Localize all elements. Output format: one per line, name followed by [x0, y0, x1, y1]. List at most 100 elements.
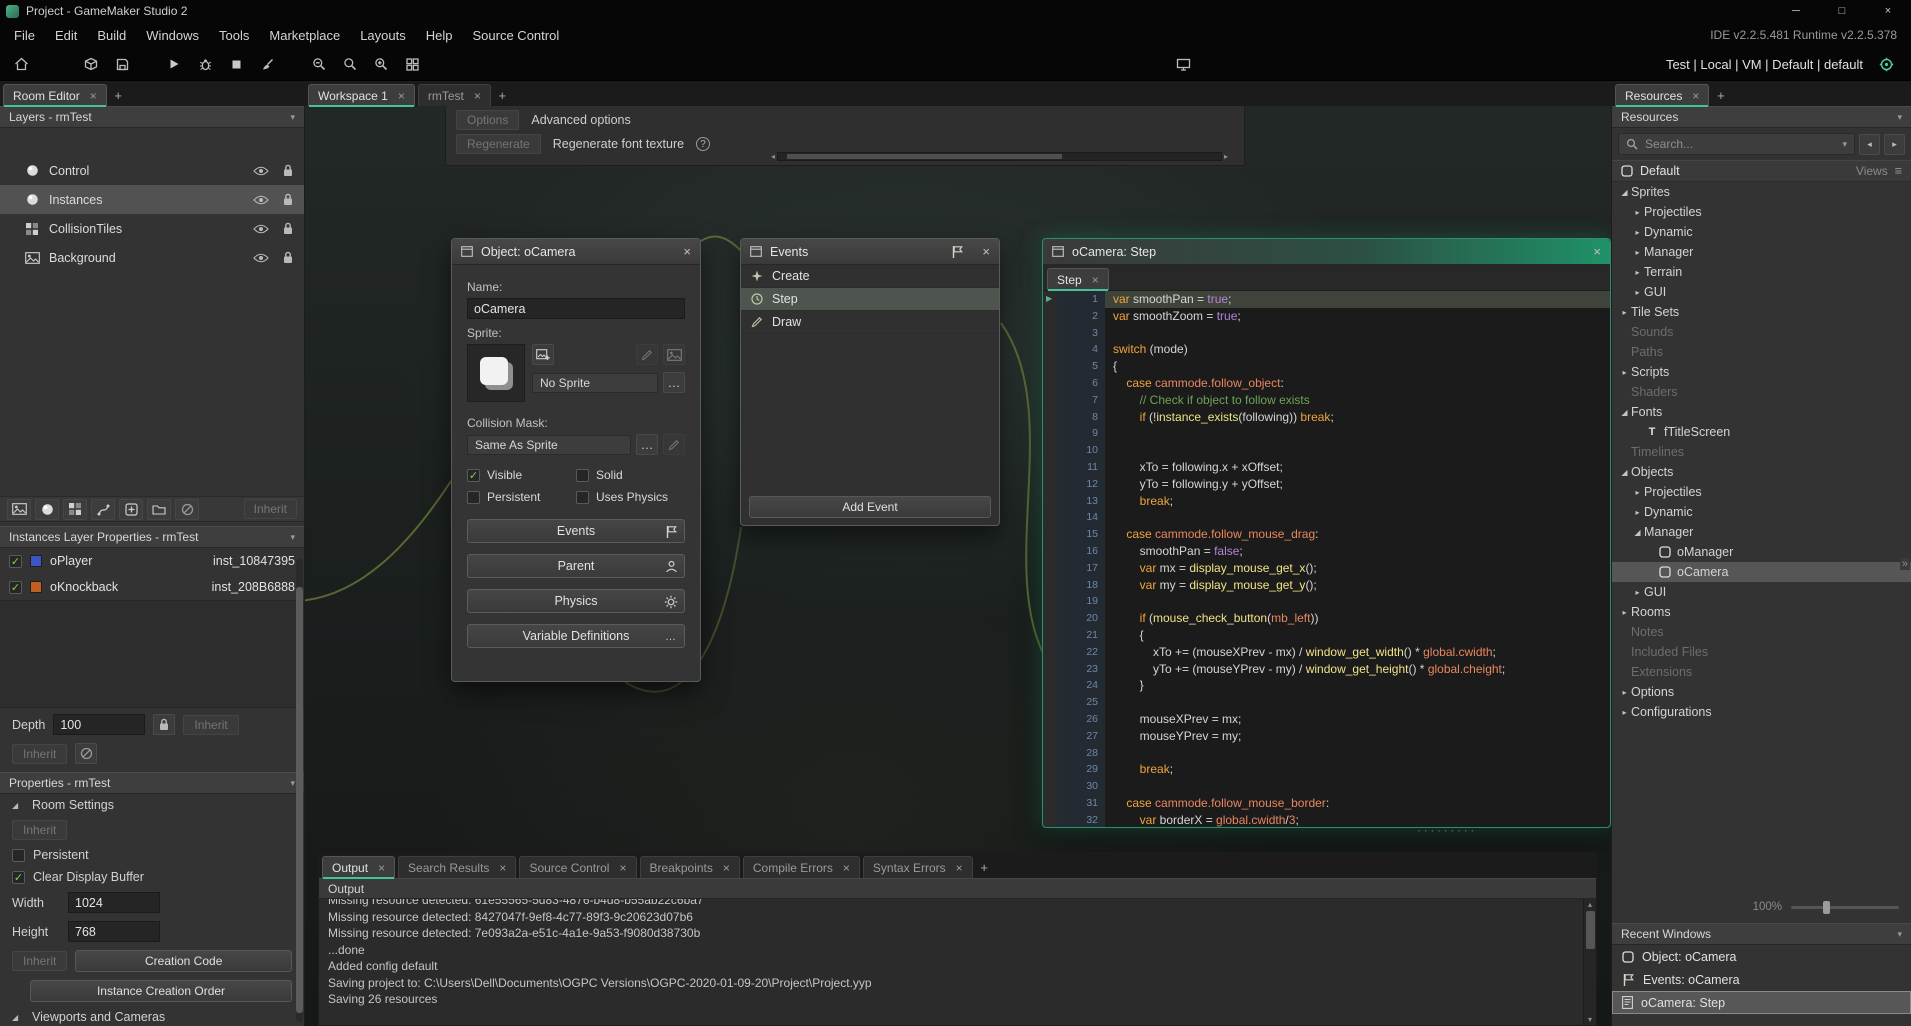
line-number[interactable]: 32	[1043, 812, 1105, 827]
expanded-arrow-icon[interactable]: ◢	[12, 1013, 24, 1022]
workspace-tab-workspace-1[interactable]: Workspace 1×	[308, 84, 415, 106]
checkbox-persistent[interactable]: Persistent	[467, 486, 576, 508]
create-executable-icon[interactable]	[78, 52, 104, 76]
line-number[interactable]: 31	[1043, 795, 1105, 812]
layer-row-control[interactable]: Control	[0, 156, 304, 185]
save-project-icon[interactable]	[109, 52, 135, 76]
menu-item-build[interactable]: Build	[87, 28, 136, 43]
tree-item-tile-sets[interactable]: ▸Tile Sets	[1612, 302, 1911, 322]
tree-item-notes[interactable]: Notes	[1612, 622, 1911, 642]
home-icon[interactable]	[8, 52, 34, 76]
add-instance-layer-icon[interactable]	[35, 499, 59, 520]
output-log[interactable]: Missing resource detected: 61e55565-5d83…	[319, 899, 1596, 1025]
output-tab-breakpoints[interactable]: Breakpoints×	[640, 856, 740, 878]
scrollbar-thumb[interactable]	[787, 154, 1062, 159]
zoom-reset-icon[interactable]	[337, 52, 363, 76]
tree-item-gui[interactable]: ▸GUI	[1612, 282, 1911, 302]
line-number[interactable]: 28	[1043, 745, 1105, 762]
code-editor[interactable]: 1234567891011121314151617181920212223242…	[1043, 291, 1610, 827]
expanded-arrow-icon[interactable]: ◢	[12, 801, 24, 810]
lock-icon[interactable]	[280, 193, 296, 206]
close-icon[interactable]: ×	[982, 244, 990, 259]
sprite-select[interactable]: No Sprite	[532, 373, 658, 393]
tree-item-ftitlescreen[interactable]: TfTitleScreen	[1612, 422, 1911, 442]
recent-window-ocamera-step[interactable]: oCamera: Step	[1612, 991, 1911, 1014]
collapsed-arrow-icon[interactable]: ▸	[1631, 488, 1644, 497]
line-number[interactable]: 25	[1043, 694, 1105, 711]
visibility-eye-icon[interactable]	[251, 166, 271, 176]
event-row-step[interactable]: Step	[741, 288, 999, 311]
collapsed-arrow-icon[interactable]: ▸	[1631, 288, 1644, 297]
new-sprite-icon[interactable]	[532, 344, 554, 365]
debug-icon[interactable]	[192, 52, 218, 76]
menu-item-help[interactable]: Help	[416, 28, 463, 43]
menu-item-windows[interactable]: Windows	[136, 28, 209, 43]
zoom-slider[interactable]	[1791, 906, 1899, 909]
line-number[interactable]: 8	[1043, 409, 1105, 426]
tree-item-projectiles[interactable]: ▸Projectiles	[1612, 202, 1911, 222]
tree-item-terrain[interactable]: ▸Terrain	[1612, 262, 1911, 282]
tree-item-configurations[interactable]: ▸Configurations	[1612, 702, 1911, 722]
scroll-up-icon[interactable]: ▴	[1588, 900, 1592, 909]
event-row-draw[interactable]: Draw	[741, 311, 999, 334]
regenerate-button[interactable]: Regenerate	[456, 134, 541, 154]
edit-sprite-icon[interactable]	[636, 344, 658, 365]
events-window-header[interactable]: Events ×	[741, 239, 999, 265]
collapsed-arrow-icon[interactable]: ▸	[1631, 588, 1644, 597]
resources-tab-resources[interactable]: Resources×	[1615, 84, 1709, 106]
close-tab-icon[interactable]: ×	[1692, 89, 1699, 103]
menu-icon[interactable]: ≡	[1895, 164, 1902, 178]
run-icon[interactable]	[161, 52, 187, 76]
tree-item-manager[interactable]: ◢Manager	[1612, 522, 1911, 542]
close-tab-icon[interactable]: ×	[499, 861, 506, 875]
line-number[interactable]: 9	[1043, 425, 1105, 442]
close-tab-icon[interactable]: ×	[843, 861, 850, 875]
line-number[interactable]: 26	[1043, 711, 1105, 728]
layer-row-instances[interactable]: Instances	[0, 185, 304, 214]
tree-item-extensions[interactable]: Extensions	[1612, 662, 1911, 682]
tree-item-dynamic[interactable]: ▸Dynamic	[1612, 502, 1911, 522]
workspace-new-tab-button[interactable]: +	[494, 87, 511, 104]
physics-button[interactable]: Physics	[467, 589, 685, 613]
add-event-button[interactable]: Add Event	[749, 496, 991, 518]
window-resize-dots[interactable]: ·········	[1417, 825, 1477, 837]
scrollbar-thumb[interactable]	[1586, 911, 1595, 949]
scroll-left-icon[interactable]: ◂	[771, 152, 775, 161]
tree-item-dynamic[interactable]: ▸Dynamic	[1612, 222, 1911, 242]
code-window-header[interactable]: oCamera: Step ×	[1043, 239, 1610, 265]
instance-row-oplayer[interactable]: oPlayerinst_10847395	[0, 548, 304, 574]
sprite-thumbnail[interactable]	[467, 344, 525, 402]
tree-item-gui[interactable]: ▸GUI	[1612, 582, 1911, 602]
tree-item-fonts[interactable]: ◢Fonts	[1612, 402, 1911, 422]
chevron-down-icon[interactable]: ▾	[1842, 139, 1847, 150]
menu-item-source-control[interactable]: Source Control	[463, 28, 570, 43]
room-width-input[interactable]	[68, 892, 160, 913]
line-number[interactable]: 21	[1043, 627, 1105, 644]
tab-step[interactable]: Step ×	[1047, 268, 1109, 290]
creation-code-inherit-button[interactable]: Inherit	[12, 951, 67, 971]
resource-root-row[interactable]: Default Views ≡	[1612, 160, 1911, 182]
room-height-input[interactable]	[68, 921, 160, 942]
instance-checkbox[interactable]	[9, 581, 22, 594]
creation-code-button[interactable]: Creation Code	[75, 950, 292, 972]
panel-overflow-icon[interactable]: »	[1900, 558, 1910, 570]
checkbox-solid[interactable]: Solid	[576, 464, 685, 486]
line-number[interactable]: 17	[1043, 560, 1105, 577]
line-number[interactable]: 1	[1043, 291, 1105, 308]
checkbox-visible[interactable]: Visible	[467, 464, 576, 486]
recent-window-events-ocamera[interactable]: Events: oCamera	[1612, 968, 1911, 991]
object-name-input[interactable]	[467, 298, 685, 319]
lock-icon[interactable]	[280, 222, 296, 235]
menu-item-layouts[interactable]: Layouts	[350, 28, 416, 43]
tree-item-manager[interactable]: ▸Manager	[1612, 242, 1911, 262]
tree-item-omanager[interactable]: oManager	[1612, 542, 1911, 562]
line-number[interactable]: 5	[1043, 358, 1105, 375]
room-editor-new-tab-button[interactable]: +	[110, 87, 127, 104]
edit-mask-icon[interactable]	[663, 434, 685, 455]
variable-definitions-button[interactable]: Variable Definitions…	[467, 624, 685, 648]
tree-item-projectiles[interactable]: ▸Projectiles	[1612, 482, 1911, 502]
room-inherit-button[interactable]: Inherit	[12, 820, 67, 840]
close-icon[interactable]: ×	[683, 244, 691, 259]
close-tab-icon[interactable]: ×	[1092, 273, 1099, 287]
output-tab-source-control[interactable]: Source Control×	[519, 856, 636, 878]
